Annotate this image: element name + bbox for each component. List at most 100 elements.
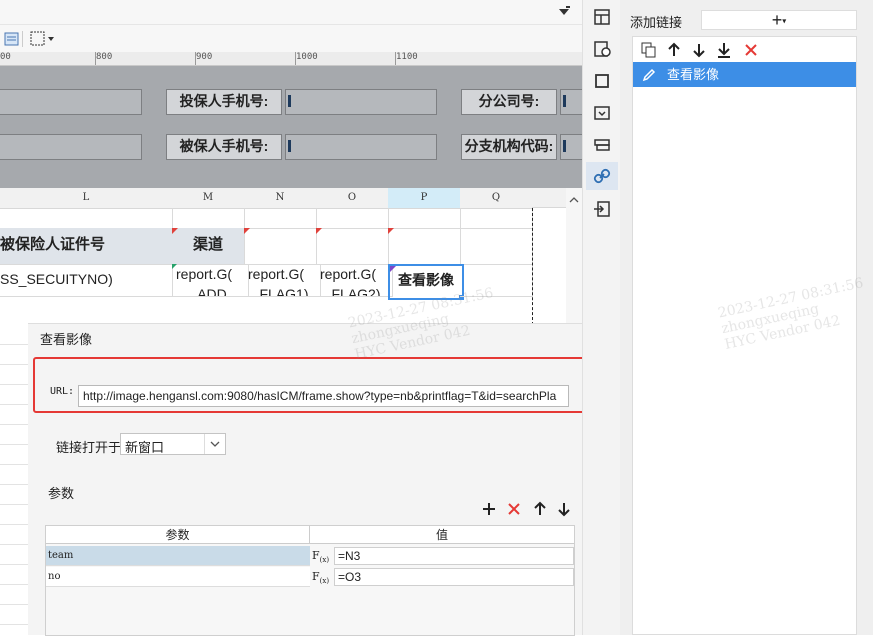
grid-cell[interactable]: [0, 208, 173, 229]
cell-marker-icon: [244, 228, 250, 234]
grid-cell[interactable]: [460, 228, 533, 265]
delete-param-icon[interactable]: [506, 501, 522, 520]
column-header-m[interactable]: M: [172, 188, 245, 209]
add-link-button-label: +: [771, 10, 783, 30]
border-icon[interactable]: [30, 31, 56, 50]
move-up-icon[interactable]: [532, 501, 548, 520]
frame-icon[interactable]: [589, 68, 615, 94]
move-down-icon[interactable]: [691, 42, 707, 61]
grid-cell-view-image-selected[interactable]: 查看影像: [388, 264, 464, 300]
report-grid: L M N O P Q 被保险人证件号 渠道 SS_SECUITYNO) rep…: [0, 188, 582, 325]
grid-cell[interactable]: [244, 208, 317, 229]
link-list: 查看影像: [632, 36, 857, 635]
edit-pencil-icon: [641, 66, 657, 91]
open-in-label: 链接打开于: [56, 440, 122, 455]
insured-phone-input[interactable]: [285, 134, 437, 160]
insured-phone-label: 被保人手机号:: [166, 134, 282, 160]
horizontal-ruler: 00 800 900 1000 1100: [0, 52, 582, 66]
grid-cell-formula[interactable]: report.G( FLAG1): [244, 264, 321, 297]
grid-cell[interactable]: [388, 208, 461, 229]
formula-marker-icon: [172, 264, 177, 269]
grid-cell-channel-header[interactable]: 渠道: [172, 228, 245, 265]
chevron-down-icon[interactable]: [204, 434, 225, 454]
column-header-l[interactable]: L: [0, 188, 173, 209]
toolbar-divider: [0, 24, 582, 25]
cell-marker-icon: [316, 228, 322, 234]
form-input[interactable]: [0, 89, 142, 115]
column-header-o[interactable]: O: [316, 188, 389, 209]
formula-fx-icon[interactable]: F(x): [312, 568, 332, 586]
form-input[interactable]: [0, 134, 142, 160]
formula-fx-icon[interactable]: F(x): [312, 547, 332, 565]
cell-text: SS_SECUITYNO): [0, 271, 113, 287]
column-header-q[interactable]: Q: [460, 188, 533, 209]
move-up-icon[interactable]: [666, 42, 682, 61]
grid-cell[interactable]: [460, 264, 533, 297]
applicant-phone-input[interactable]: [285, 89, 437, 115]
hyperlink-marker-icon: [390, 266, 396, 272]
list-icon[interactable]: [4, 31, 20, 50]
param-value-input[interactable]: =N3: [334, 547, 574, 565]
params-header-name: 参数: [46, 526, 310, 544]
ruler-tick-label: 800: [96, 52, 113, 62]
move-down-icon[interactable]: [556, 501, 572, 520]
page-break-line: [532, 208, 533, 325]
grid-cell[interactable]: [316, 228, 389, 265]
settings-icon[interactable]: [589, 36, 615, 62]
cell-text: 被保险人证件号: [0, 236, 106, 253]
add-param-icon[interactable]: [481, 501, 497, 520]
cell-attributes-icon[interactable]: [589, 4, 615, 30]
cell-text: 查看影像: [398, 272, 454, 288]
grid-row-stub: [0, 325, 28, 635]
grid-cell[interactable]: [460, 208, 533, 229]
grid-cell-formula[interactable]: report.G( FLAG2): [316, 264, 393, 297]
dialog-title: 查看影像: [40, 332, 93, 347]
cell-text: report.G(: [320, 266, 377, 282]
hyperlink-dialog: 查看影像 URL: 链接打开于 新窗口 参数 参数 值 team F(x) =N…: [28, 323, 616, 636]
cell-text: report.G(: [176, 266, 233, 282]
branch-label: 分公司号:: [461, 89, 557, 115]
param-value-input[interactable]: =O3: [334, 568, 574, 586]
params-header-value: 值: [310, 526, 574, 544]
cell-text: FLAG2): [331, 286, 381, 297]
toolbar-separator: [22, 31, 23, 47]
cell-text: report.G(: [248, 266, 305, 282]
cell-text: FLAG1): [259, 286, 309, 297]
move-bottom-icon[interactable]: [715, 41, 733, 62]
param-name-cell[interactable]: team: [46, 546, 310, 566]
column-header-filler: [532, 188, 566, 208]
vertical-scrollbar[interactable]: [566, 188, 582, 325]
link-list-item-selected[interactable]: 查看影像: [633, 62, 856, 87]
dropdown-arrow-icon[interactable]: [558, 6, 570, 21]
params-table: 参数 值 team F(x) =N3 no F(x) =O3: [45, 525, 575, 636]
ruler-tick-label: 1100: [396, 52, 418, 62]
grid-cell[interactable]: [316, 208, 389, 229]
export-icon[interactable]: [589, 196, 615, 222]
applicant-phone-label: 投保人手机号:: [166, 89, 282, 115]
open-in-select[interactable]: 新窗口: [120, 433, 226, 455]
top-toolbar: [0, 0, 582, 52]
grid-cell[interactable]: [388, 228, 461, 265]
ruler-tick-label: 00: [0, 52, 11, 62]
delete-link-icon[interactable]: [743, 42, 759, 61]
add-link-label: 添加链接: [630, 15, 683, 30]
link-item-label: 查看影像: [667, 67, 720, 82]
cell-marker-icon: [388, 228, 394, 234]
grid-cell-insured-id-header[interactable]: 被保险人证件号: [0, 228, 173, 265]
grid-cell[interactable]: [172, 208, 245, 229]
column-header-n[interactable]: N: [244, 188, 317, 209]
grid-cell-security-no[interactable]: SS_SECUITYNO): [0, 264, 173, 297]
add-link-button[interactable]: +▾: [701, 10, 857, 30]
param-name-cell[interactable]: no: [46, 567, 310, 587]
widget-icon[interactable]: [589, 100, 615, 126]
copy-icon[interactable]: [641, 42, 657, 61]
condition-icon[interactable]: [589, 132, 615, 158]
cell-text: ADD: [197, 286, 227, 297]
grid-cell[interactable]: [244, 228, 317, 265]
cell-text: 渠道: [192, 236, 223, 253]
cell-marker-icon: [172, 228, 178, 234]
hyperlink-icon[interactable]: [586, 162, 618, 190]
grid-cell-formula[interactable]: report.G( ADD: [172, 264, 249, 297]
ruler-tick-label: 900: [196, 52, 213, 62]
column-header-p[interactable]: P: [388, 188, 461, 209]
